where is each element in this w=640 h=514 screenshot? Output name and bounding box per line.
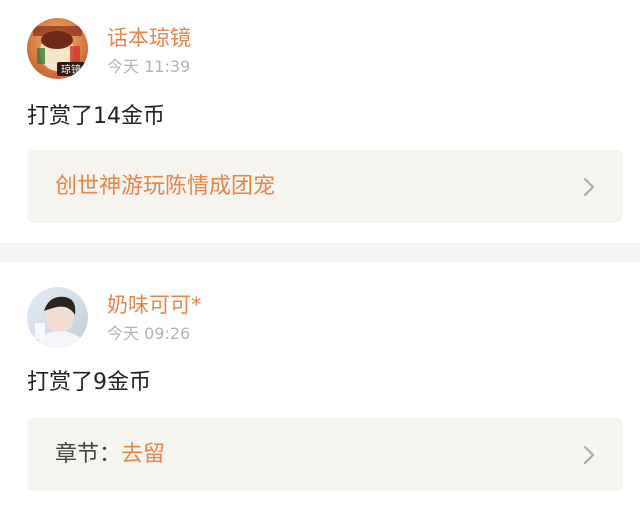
timestamp: 今天 09:26 [107,324,191,343]
avatar-image [27,287,88,348]
reward-message: 打赏了14金币 [27,104,165,129]
linked-chapter-box[interactable]: 章节：去留 [27,418,623,491]
avatar-image: 琼镜 [27,18,88,79]
chevron-right-icon [584,178,594,196]
link-prefix: 章节： [55,442,122,467]
timestamp: 今天 11:39 [107,57,191,76]
card-header: 奶味可可* 今天 09:26 [27,262,622,348]
card-header: 琼镜 话本琼镜 今天 11:39 [27,0,622,79]
user-avatar[interactable] [27,287,88,348]
linked-content-text: 创世神游玩陈情成团宠 [55,150,275,223]
user-avatar[interactable]: 琼镜 [27,18,88,79]
username[interactable]: 话本琼镜 [107,26,191,50]
avatar-badge: 琼镜 [61,63,81,76]
linked-content-text: 章节：去留 [55,418,165,491]
linked-book-box[interactable]: 创世神游玩陈情成团宠 [27,150,623,223]
reward-message: 打赏了9金币 [27,370,151,395]
username[interactable]: 奶味可可* [107,293,202,317]
reward-card: 琼镜 话本琼镜 今天 11:39 打赏了14金币 创世神游玩陈情成团宠 [0,0,640,243]
reward-card: 奶味可可* 今天 09:26 打赏了9金币 章节：去留 [0,262,640,514]
link-title: 创世神游玩陈情成团宠 [55,174,276,199]
chevron-right-icon [584,446,594,464]
reward-feed: 琼镜 话本琼镜 今天 11:39 打赏了14金币 创世神游玩陈情成团宠 奶味可可… [0,0,640,514]
link-title: 去留 [121,442,166,467]
